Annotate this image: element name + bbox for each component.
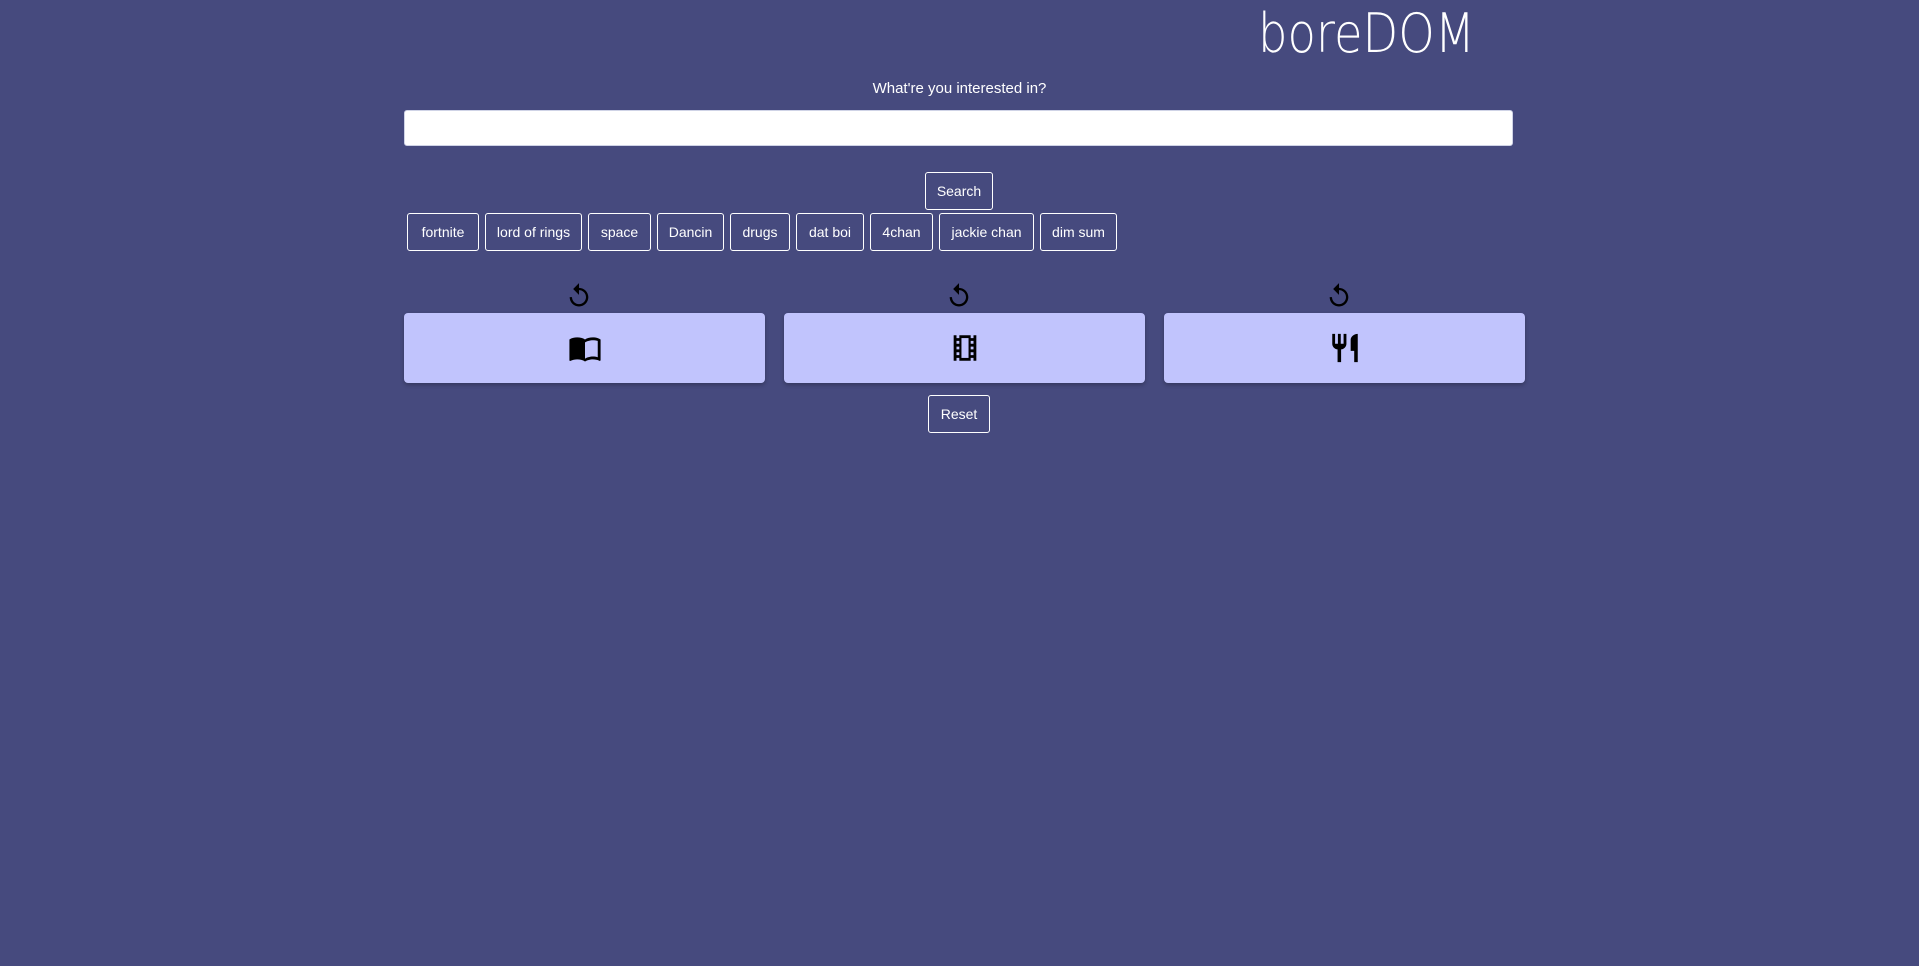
- suggestion-chip-dancin[interactable]: Dancin: [657, 213, 724, 251]
- suggestion-chip-4chan[interactable]: 4chan: [870, 213, 933, 251]
- logo: boreDOM: [1258, 2, 1475, 65]
- suggestion-chip-dim-sum[interactable]: dim sum: [1040, 213, 1117, 251]
- suggestion-chip-fortnite[interactable]: fortnite: [407, 213, 479, 251]
- movies-card[interactable]: [784, 313, 1145, 383]
- restaurant-icon: [1328, 331, 1362, 365]
- food-card[interactable]: [1164, 313, 1525, 383]
- refresh-icon[interactable]: [1323, 280, 1355, 312]
- suggestion-chip-lord-of-rings[interactable]: lord of rings: [485, 213, 582, 251]
- reset-button[interactable]: Reset: [928, 395, 990, 433]
- refresh-icon[interactable]: [563, 280, 595, 312]
- refresh-icon[interactable]: [943, 280, 975, 312]
- film-icon: [948, 331, 982, 365]
- suggestion-chip-space[interactable]: space: [588, 213, 651, 251]
- search-input[interactable]: [404, 110, 1513, 146]
- suggestion-chip-jackie-chan[interactable]: jackie chan: [939, 213, 1034, 251]
- suggestion-chip-drugs[interactable]: drugs: [730, 213, 790, 251]
- books-card[interactable]: [404, 313, 765, 383]
- search-prompt: What're you interested in?: [872, 80, 1047, 97]
- page: boreDOM What're you interested in? Searc…: [0, 0, 1919, 966]
- suggestion-chip-dat-boi[interactable]: dat boi: [796, 213, 864, 251]
- book-icon: [568, 331, 602, 365]
- search-button[interactable]: Search: [925, 172, 993, 210]
